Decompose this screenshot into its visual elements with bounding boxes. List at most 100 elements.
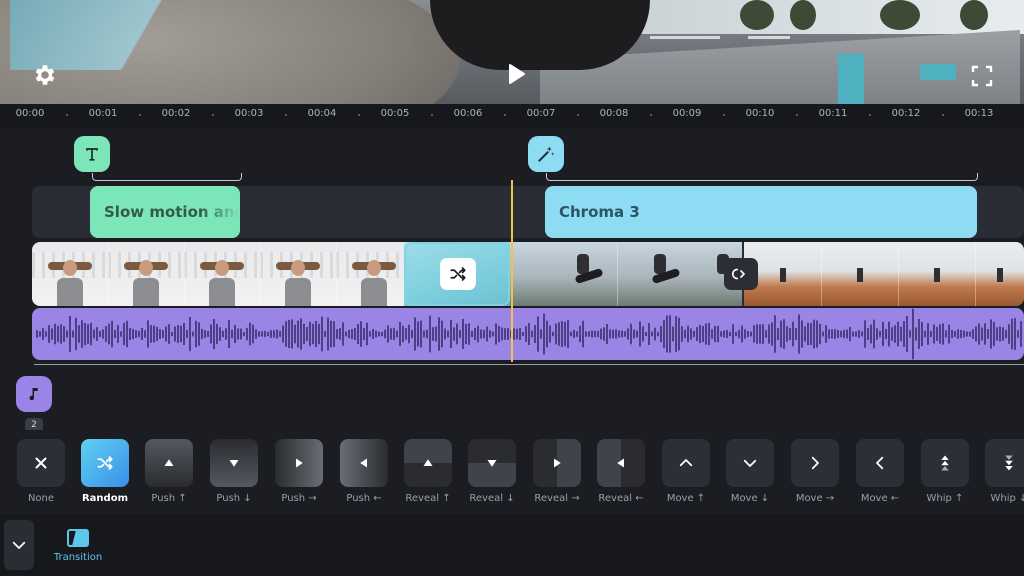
waveform-bar bbox=[810, 322, 812, 346]
waveform-bar bbox=[45, 331, 47, 337]
tick-label: 00:10 bbox=[745, 108, 775, 119]
waveform-bar bbox=[447, 330, 449, 338]
waveform-bar bbox=[954, 330, 956, 338]
play-icon[interactable] bbox=[504, 62, 528, 86]
music-layer-marker[interactable] bbox=[16, 376, 52, 412]
waveform-bar bbox=[636, 330, 638, 338]
audio-track[interactable] bbox=[32, 308, 1024, 360]
whip-down-icon bbox=[1005, 455, 1013, 471]
video-preview[interactable] bbox=[0, 0, 1024, 104]
waveform-bar bbox=[999, 326, 1001, 342]
video-track[interactable] bbox=[32, 242, 1024, 306]
transition-move-up-button[interactable] bbox=[662, 439, 710, 487]
transition-move-right-button[interactable] bbox=[791, 439, 839, 487]
waveform-bar bbox=[597, 330, 599, 338]
tick-label: 00:11 bbox=[818, 108, 848, 119]
transition-reveal-left-button[interactable] bbox=[597, 439, 645, 487]
waveform-bar bbox=[210, 324, 212, 344]
waveform-bar bbox=[801, 320, 803, 348]
effect-clip[interactable]: Chroma 3 bbox=[545, 186, 977, 238]
waveform-bar bbox=[474, 327, 476, 341]
playhead[interactable] bbox=[511, 180, 513, 362]
transition-label: None bbox=[27, 493, 55, 504]
waveform-bar bbox=[36, 330, 38, 338]
transition-label: Push → bbox=[281, 493, 317, 504]
fullscreen-icon[interactable] bbox=[970, 64, 994, 88]
triangle-right-icon bbox=[554, 458, 561, 468]
waveform-bar bbox=[285, 321, 287, 347]
waveform-bar bbox=[972, 329, 974, 339]
waveform-bar bbox=[873, 319, 875, 349]
waveform-bar bbox=[876, 328, 878, 340]
tick-label: 00:03 bbox=[234, 108, 264, 119]
transition-reveal-down-button[interactable] bbox=[468, 439, 516, 487]
transition-push-up-button[interactable] bbox=[145, 439, 193, 487]
waveform-bar bbox=[765, 330, 767, 338]
transition-whip-down-button[interactable] bbox=[985, 439, 1024, 487]
transition-whip-up-button[interactable] bbox=[921, 439, 969, 487]
video-frame bbox=[540, 242, 617, 306]
transition-reveal-up-button[interactable] bbox=[404, 439, 452, 487]
waveform-bar bbox=[957, 329, 959, 339]
waveform-bar bbox=[717, 325, 719, 343]
waveform-bar bbox=[354, 327, 356, 341]
waveform-bar bbox=[969, 331, 971, 337]
transition-label: Push ↑ bbox=[151, 493, 187, 504]
waveform-bar bbox=[78, 325, 80, 343]
waveform-bar bbox=[66, 330, 68, 338]
waveform-bar bbox=[108, 323, 110, 345]
waveform-bar bbox=[180, 325, 182, 343]
waveform-bar bbox=[705, 323, 707, 345]
triangle-left-icon bbox=[617, 458, 624, 468]
waveform-bar bbox=[189, 316, 191, 352]
waveform-bar bbox=[486, 326, 488, 342]
effect-layer-marker[interactable] bbox=[528, 136, 564, 172]
waveform-bar bbox=[657, 331, 659, 337]
waveform-bar bbox=[894, 325, 896, 343]
waveform-bar bbox=[321, 316, 323, 352]
transition-badge[interactable] bbox=[724, 258, 758, 290]
waveform-bar bbox=[780, 320, 782, 348]
waveform-bar bbox=[543, 313, 545, 355]
transition-picker[interactable]: None Random Push ↑ Push ↓ Push → Push ← … bbox=[0, 430, 1024, 514]
waveform-bar bbox=[666, 315, 668, 353]
waveform-bar bbox=[570, 331, 572, 337]
tick-label: 00:01 bbox=[88, 108, 118, 119]
waveform-bar bbox=[735, 331, 737, 337]
transition-random-button[interactable] bbox=[81, 439, 129, 487]
waveform-bar bbox=[327, 317, 329, 351]
transition-push-left-button[interactable] bbox=[340, 439, 388, 487]
collapse-button[interactable] bbox=[4, 520, 34, 570]
waveform-bar bbox=[393, 327, 395, 341]
waveform-bar bbox=[60, 324, 62, 344]
time-ruler[interactable]: 00:00 00:01 00:02 00:03 00:04 00:05 00:0… bbox=[0, 104, 1024, 128]
transition-push-down-button[interactable] bbox=[210, 439, 258, 487]
timeline[interactable]: Slow motion and Chroma 3 2 bbox=[0, 128, 1024, 432]
waveform-bar bbox=[201, 328, 203, 340]
waveform-bar bbox=[51, 328, 53, 340]
transition-reveal-right-button[interactable] bbox=[533, 439, 581, 487]
text-layer-marker[interactable] bbox=[74, 136, 110, 172]
waveform-bar bbox=[870, 324, 872, 344]
waveform-bar bbox=[849, 326, 851, 342]
gear-icon[interactable] bbox=[32, 62, 58, 88]
transition-move-down-button[interactable] bbox=[726, 439, 774, 487]
waveform-bar bbox=[54, 323, 56, 345]
transition-none-button[interactable] bbox=[17, 439, 65, 487]
waveform-bar bbox=[456, 323, 458, 345]
waveform-bar bbox=[231, 329, 233, 339]
waveform-bar bbox=[669, 315, 671, 353]
waveform-bar bbox=[609, 329, 611, 339]
chevron-left-icon bbox=[876, 456, 884, 470]
transition-tool[interactable]: Transition bbox=[48, 524, 108, 568]
waveform-bar bbox=[633, 329, 635, 339]
waveform-bar bbox=[342, 322, 344, 346]
waveform-bar bbox=[951, 329, 953, 339]
waveform-bar bbox=[555, 323, 557, 345]
transition-push-right-button[interactable] bbox=[275, 439, 323, 487]
text-clip[interactable]: Slow motion and bbox=[90, 186, 240, 238]
waveform-bar bbox=[276, 329, 278, 339]
transition-move-left-button[interactable] bbox=[856, 439, 904, 487]
video-frame bbox=[821, 242, 898, 306]
transition-random-badge[interactable] bbox=[440, 258, 476, 290]
